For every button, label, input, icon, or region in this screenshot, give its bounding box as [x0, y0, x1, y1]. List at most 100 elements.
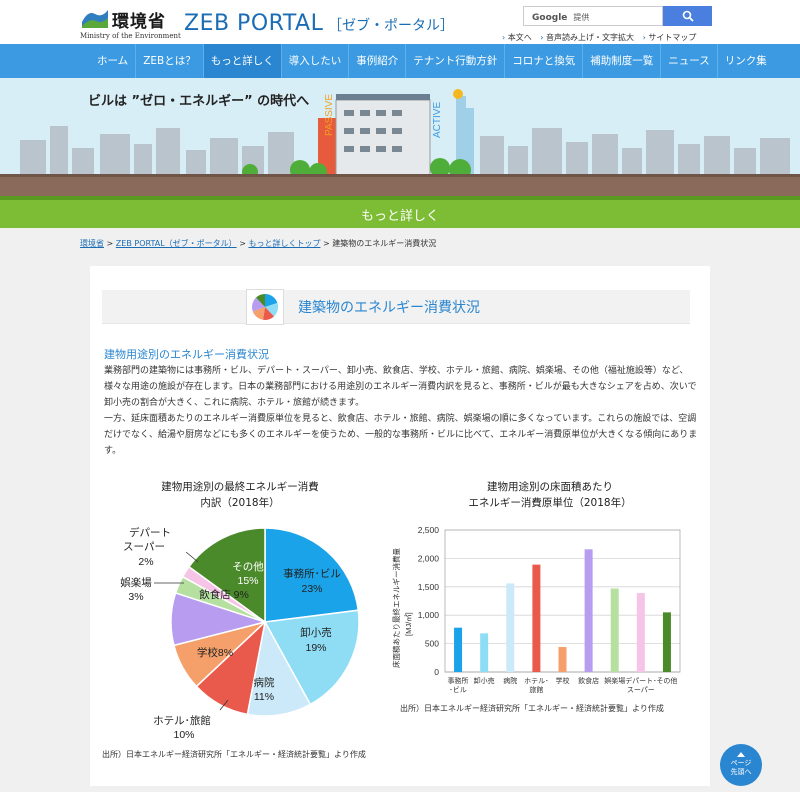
util-link-sitemap[interactable]: サイトマップ [643, 33, 697, 42]
label-hospital: 病院 [254, 676, 275, 689]
label-hotel: ホテル･旅館 [153, 714, 211, 727]
search-button[interactable] [663, 6, 712, 26]
util-link-accessibility[interactable]: 音声読み上げ・文字拡大 [540, 33, 634, 42]
label-retail: 卸小売 [300, 626, 332, 639]
moe-logo-icon [82, 10, 108, 28]
bar-xtick-label: その他 [656, 676, 677, 685]
section-header: もっと詳しく [0, 196, 800, 228]
nav-item-home[interactable]: ホーム [90, 44, 135, 78]
hero-banner: PASSIVE ACTIVE ビルは ”ゼロ・エネルギー” の時代へ [0, 78, 800, 196]
bar-yunit: [MJ/㎡] [404, 612, 413, 636]
bar-title-line2: エネルギー消費原単位（2018年） [468, 497, 632, 509]
bar-xtick-label: ホテル･ [524, 677, 549, 685]
bar-xtick-label: ･ビル [449, 685, 467, 694]
label-hospital-value: 11% [254, 691, 274, 703]
bar-xtick-label: 卸小売 [474, 676, 495, 685]
main-content: 建築物のエネルギー消費状況 建物用途別のエネルギー消費状況 業務部門の建築物には… [90, 266, 710, 786]
bar-xtick-label: スーパー [627, 686, 655, 694]
search-icon [682, 10, 694, 22]
page-title: 建築物のエネルギー消費状況 [298, 300, 480, 316]
section-title: もっと詳しく [360, 209, 439, 224]
bar-xtick-label: 娯楽場 [604, 676, 625, 685]
section-subtitle: 建物用途別のエネルギー消費状況 [104, 348, 269, 361]
breadcrumb: 環境省 > ZEB PORTAL（ゼブ・ポータル） > もっと詳しくトップ > … [80, 238, 436, 249]
bar-ylabel: 床面積あたり最終エネルギー消費量 [391, 548, 401, 668]
paragraph-2: 一方、延床面積あたりのエネルギー消費原単位を見ると、飲食店、ホテル・旅館、病院、… [104, 414, 698, 456]
label-other-value: 15% [237, 575, 258, 587]
bar-xtick-label: 旅館 [529, 685, 543, 694]
breadcrumb-link-more-top[interactable]: もっと詳しくトップ [248, 239, 320, 248]
bar-ytick-label: 2,000 [418, 553, 440, 563]
bar-4 [558, 647, 567, 672]
page-top-button[interactable]: ページ 先頭へ [720, 744, 762, 786]
pie-chart-source: 出所）日本エネルギー経済研究所「エネルギー・経済統計要覧」より作成 [102, 750, 366, 759]
bar-xtick-label: 飲食店 [578, 676, 599, 685]
org-name-en: Ministry of the Environment [80, 32, 181, 40]
portal-subtitle: ［ゼブ・ポータル］ [328, 18, 454, 34]
label-dept-value: 2% [138, 556, 153, 568]
bar-6 [610, 588, 619, 672]
label-school: 学校8% [197, 646, 233, 659]
page-top-line2: 先頭へ [730, 768, 752, 776]
pie-title-line2: 内訳（2018年） [200, 497, 280, 509]
pie-chart: デパート スーパー 2% 娯楽場 3% ホテル･旅館 10% 飲食店 9% 学校… [120, 526, 360, 741]
nav-item-links[interactable]: リンク集 [716, 44, 774, 78]
label-hotel-value: 10% [173, 729, 194, 741]
breadcrumb-current: 建築物のエネルギー消費状況 [332, 239, 437, 248]
nav-item-about-zeb[interactable]: ZEBとは？ [135, 44, 203, 78]
breadcrumb-link-portal[interactable]: ZEB PORTAL（ゼブ・ポータル） [116, 239, 237, 248]
paragraph-1: 業務部門の建築物には事務所・ビル、デパート・スーパー、卸小売、飲食店、学校、ホテ… [104, 366, 697, 408]
search-brand: Google [532, 13, 568, 23]
bar-2 [506, 583, 515, 672]
util-link-main[interactable]: 本文へ [502, 33, 532, 42]
label-food: 飲食店 9% [199, 588, 249, 601]
arrow-up-icon [737, 752, 745, 757]
pie-chart-icon [246, 289, 284, 325]
nav-item-covid-ventilation[interactable]: コロナと換気 [504, 44, 582, 78]
page-title-box: 建築物のエネルギー消費状況 [102, 289, 690, 325]
body-text: 業務部門の建築物には事務所・ビル、デパート・スーパー、卸小売、飲食店、学校、ホテ… [104, 363, 698, 459]
search-input[interactable]: Google 提供 [523, 6, 663, 26]
portal-title[interactable]: ZEB PORTAL [184, 11, 323, 36]
label-amuse: 娯楽場 [120, 576, 152, 589]
bar-7 [636, 593, 645, 672]
bar-ytick-label: 1,000 [418, 610, 440, 620]
label-other: その他 [232, 560, 264, 573]
bar-chart-title: 建物用途別の床面積あたり エネルギー消費原単位（2018年） [435, 479, 665, 511]
search-placeholder: 提供 [573, 13, 590, 22]
global-nav: ホーム ZEBとは？ もっと詳しく 導入したい 事例紹介 テナント行動方針 コロ… [0, 44, 800, 78]
hero-passive-label: PASSIVE [324, 94, 335, 136]
bar-chart-source: 出所）日本エネルギー経済研究所「エネルギー・経済統計要覧」より作成 [400, 704, 664, 713]
breadcrumb-link-moe[interactable]: 環境省 [80, 239, 104, 248]
bar-ytick-label: 0 [434, 667, 439, 677]
pie-title-line1: 建物用途別の最終エネルギー消費 [161, 481, 319, 493]
nav-item-subsidies[interactable]: 補助制度一覧 [582, 44, 660, 78]
site-header: 環境省 Ministry of the Environment ZEB PORT… [0, 0, 800, 44]
label-office-value: 23% [301, 583, 322, 595]
pie-chart-title: 建物用途別の最終エネルギー消費 内訳（2018年） [130, 479, 350, 511]
hero-active-label: ACTIVE [432, 102, 443, 138]
bar-5 [584, 549, 593, 672]
hero-title: ビルは ”ゼロ・エネルギー” の時代へ [88, 94, 310, 109]
bar-xtick-label: 事務所 [448, 676, 469, 685]
bar-xtick-label: 学校 [556, 676, 570, 685]
bar-1 [480, 633, 489, 672]
bar-ytick-label: 2,500 [418, 525, 440, 535]
bar-0 [454, 627, 463, 672]
bar-xtick-label: 病院 [503, 676, 517, 685]
nav-item-more-details[interactable]: もっと詳しく [202, 44, 281, 78]
bar-3 [532, 564, 541, 672]
moe-logo[interactable]: 環境省 Ministry of the Environment [80, 6, 181, 40]
bar-ytick-label: 1,500 [418, 582, 440, 592]
label-amuse-value: 3% [128, 591, 143, 603]
nav-item-news[interactable]: ニュース [660, 44, 716, 78]
nav-item-cases[interactable]: 事例紹介 [348, 44, 405, 78]
breadcrumb-separator: > [323, 239, 333, 248]
nav-item-introduce[interactable]: 導入したい [280, 44, 349, 78]
label-dept-line1: デパート [129, 526, 171, 539]
nav-item-tenant-policy[interactable]: テナント行動方針 [405, 44, 504, 78]
breadcrumb-separator: > [106, 239, 116, 248]
bar-ytick-label: 500 [425, 639, 439, 649]
bar-8 [662, 612, 671, 672]
bar-xtick-label: デパート･ [625, 676, 657, 685]
